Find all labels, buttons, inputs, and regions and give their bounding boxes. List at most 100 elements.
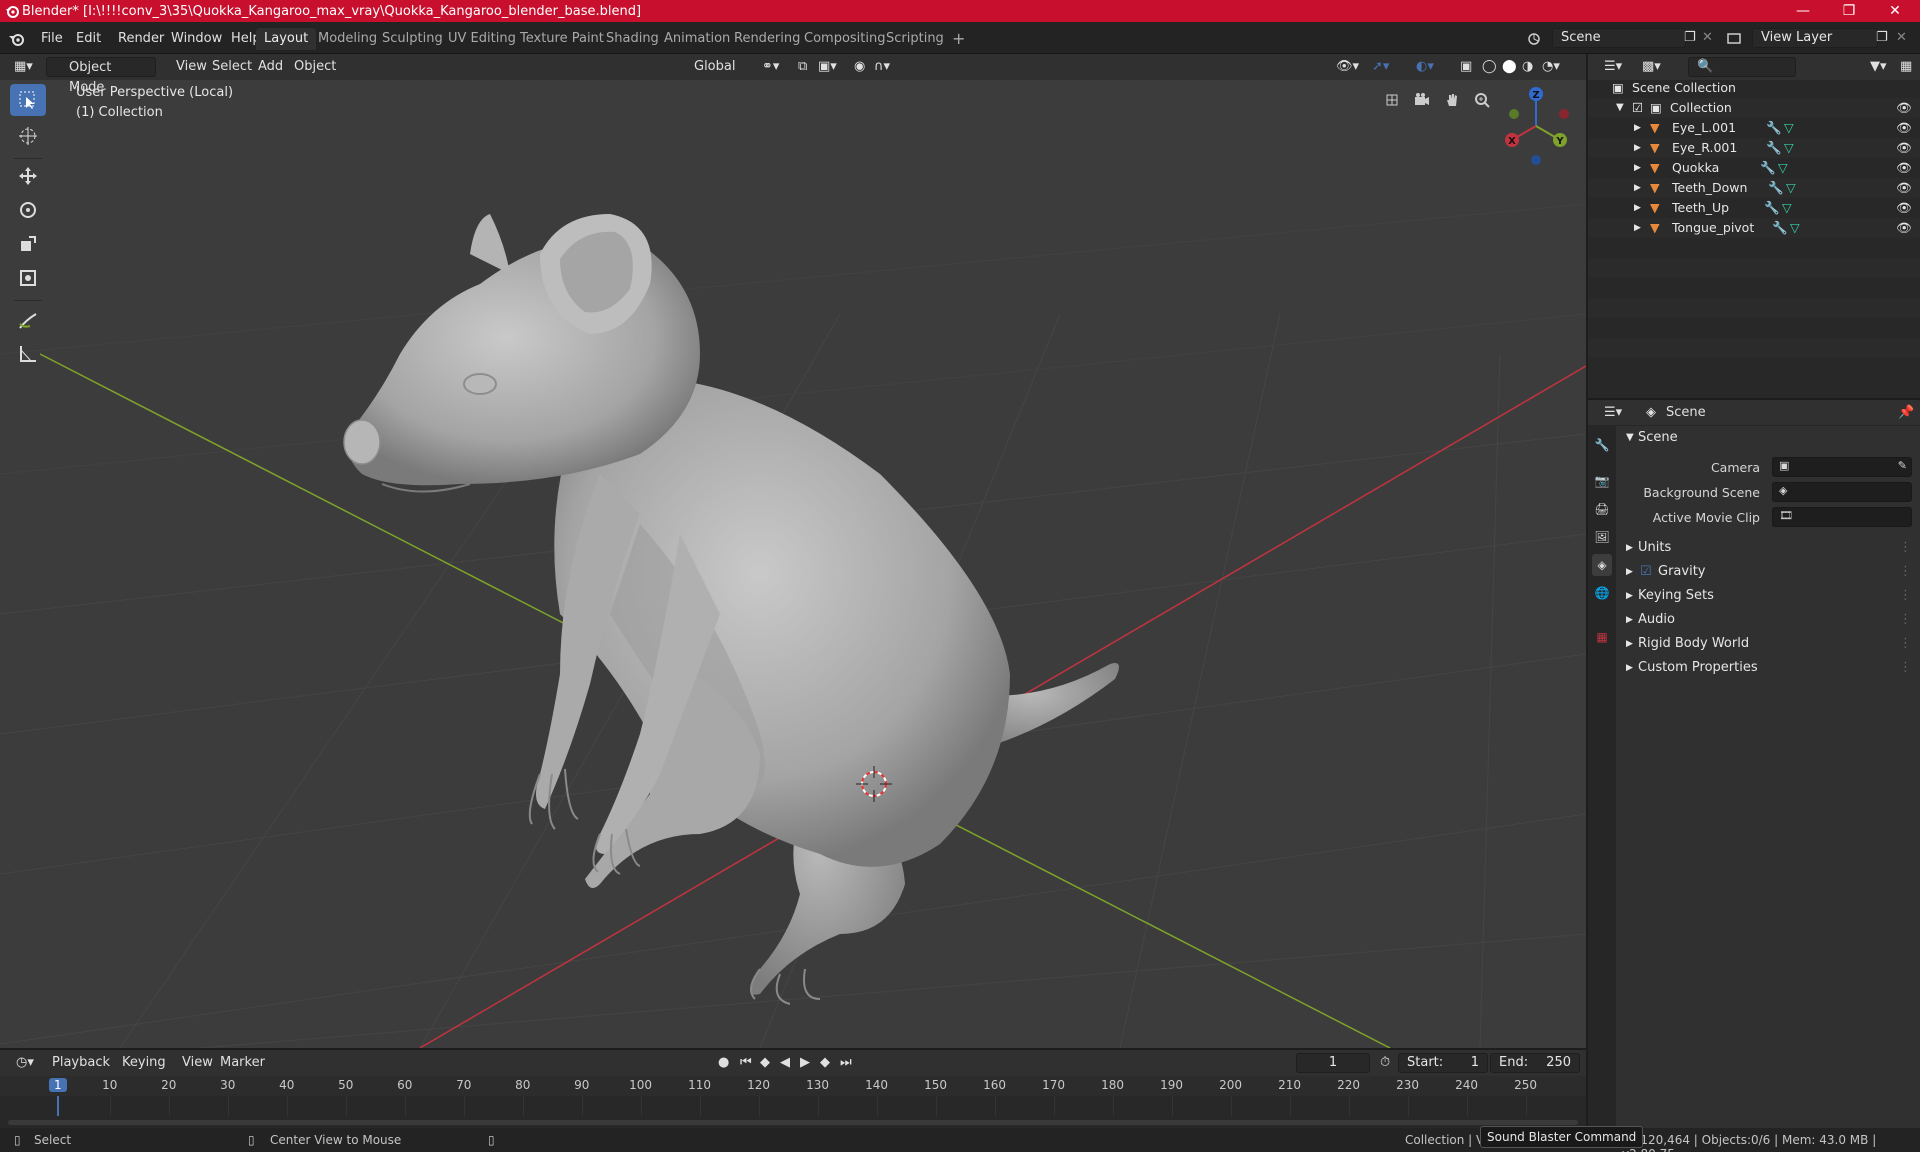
- add-workspace-icon[interactable]: +: [944, 28, 973, 50]
- view-layer-icon[interactable]: [1726, 31, 1742, 47]
- expand-arrow-icon[interactable]: ▶: [1634, 138, 1641, 158]
- outliner-display-mode-icon[interactable]: ▩▾: [1636, 57, 1667, 77]
- world-tab-icon[interactable]: 🌐: [1592, 582, 1612, 604]
- timeline-editor-type-icon[interactable]: ◷▾: [10, 1053, 40, 1073]
- menu-edit[interactable]: Edit: [69, 28, 108, 50]
- drag-handle-icon[interactable]: ⋮: [1899, 632, 1912, 656]
- navigation-gizmo[interactable]: Z X Y: [1494, 84, 1578, 168]
- tab-scripting[interactable]: Scripting: [878, 28, 952, 50]
- texture-tab-icon[interactable]: ▦: [1592, 626, 1612, 648]
- visibility-eye-icon[interactable]: 👁: [1896, 178, 1912, 198]
- subpanel-header[interactable]: ▶ Rigid Body World ⋮: [1616, 632, 1920, 656]
- mesh-data-icon[interactable]: ▽: [1790, 218, 1800, 238]
- blender-menu-icon[interactable]: [8, 30, 26, 48]
- zoom-view-icon[interactable]: [1470, 88, 1494, 112]
- properties-editor-type-icon[interactable]: ☰▾: [1598, 403, 1628, 423]
- outliner-row-object[interactable]: ▶ ▼ Eye_R.001 🔧 ▽ 👁: [1588, 138, 1920, 158]
- mesh-data-icon[interactable]: ▽: [1782, 198, 1792, 218]
- expand-arrow-icon[interactable]: ▼: [1616, 98, 1624, 118]
- timeline-menu-keying[interactable]: Keying: [116, 1053, 172, 1073]
- shading-rendered-icon[interactable]: ◔▾: [1536, 57, 1566, 77]
- drag-handle-icon[interactable]: ⋮: [1899, 608, 1912, 632]
- gizmo-toggle-icon[interactable]: ➚▾: [1366, 57, 1395, 77]
- minimize-icon[interactable]: —: [1780, 0, 1826, 22]
- timeline-menu-marker[interactable]: Marker: [214, 1053, 271, 1073]
- panel-scene-header[interactable]: ▼ Scene: [1616, 426, 1920, 450]
- start-frame-field[interactable]: Start: 1: [1398, 1053, 1488, 1073]
- camera-field[interactable]: ▣ ✎: [1772, 457, 1912, 477]
- move-tool-icon[interactable]: [10, 160, 46, 192]
- drag-handle-icon[interactable]: ⋮: [1899, 584, 1912, 608]
- tab-layout[interactable]: Layout: [256, 28, 317, 50]
- visibility-eye-icon[interactable]: 👁: [1896, 198, 1912, 218]
- camera-view-icon[interactable]: [1410, 88, 1434, 112]
- timeline-menu-playback[interactable]: Playback: [46, 1053, 116, 1073]
- outliner-filter-icon[interactable]: ▼▾: [1864, 57, 1893, 77]
- menu-file[interactable]: File: [34, 28, 70, 50]
- overlays-toggle-icon[interactable]: ◐▾: [1410, 57, 1440, 77]
- modifier-wrench-icon[interactable]: 🔧: [1766, 138, 1782, 158]
- outliner-row-object[interactable]: ▶ ▼ Quokka 🔧 ▽ 👁: [1588, 158, 1920, 178]
- viewport-menu-add[interactable]: Add: [252, 57, 289, 77]
- output-tab-icon[interactable]: 🖨: [1592, 498, 1612, 520]
- subpanel-header[interactable]: ▶ Units ⋮: [1616, 536, 1920, 560]
- maximize-icon[interactable]: ❐: [1826, 0, 1872, 22]
- viewport-menu-select[interactable]: Select: [206, 57, 258, 77]
- visibility-eye-icon[interactable]: 👁: [1896, 158, 1912, 178]
- tab-texture-paint[interactable]: Texture Paint: [512, 28, 612, 50]
- record-icon[interactable]: ●: [712, 1053, 735, 1073]
- modifier-wrench-icon[interactable]: 🔧: [1768, 178, 1784, 198]
- subpanel-header[interactable]: ▶ Custom Properties ⋮: [1616, 656, 1920, 680]
- outliner-row-collection[interactable]: ▼ ☑ ▣ Collection 👁: [1588, 98, 1920, 118]
- active-movie-clip-field[interactable]: 🎞: [1772, 507, 1912, 527]
- mode-selector[interactable]: Object Mode: [46, 57, 156, 95]
- scene-tab-icon[interactable]: ◈: [1592, 554, 1612, 576]
- xray-toggle-icon[interactable]: ▣: [1454, 57, 1478, 77]
- drag-handle-icon[interactable]: ⋮: [1899, 656, 1912, 680]
- select-box-tool-icon[interactable]: [10, 84, 46, 116]
- mesh-data-icon[interactable]: ▽: [1784, 118, 1794, 138]
- mesh-data-icon[interactable]: ▽: [1778, 158, 1788, 178]
- current-frame-field[interactable]: 1: [1296, 1053, 1370, 1073]
- end-frame-field[interactable]: End: 250: [1490, 1053, 1580, 1073]
- snap-target-icon[interactable]: ▣▾: [812, 57, 843, 77]
- visibility-eye-icon[interactable]: 👁: [1896, 118, 1912, 138]
- subpanel-header[interactable]: ▶ Audio ⋮: [1616, 608, 1920, 632]
- delete-scene-icon[interactable]: ✕: [1696, 28, 1719, 48]
- delete-view-layer-icon[interactable]: ✕: [1890, 28, 1913, 48]
- stopwatch-icon[interactable]: ⏱: [1374, 1053, 1396, 1073]
- expand-arrow-icon[interactable]: ▶: [1634, 158, 1641, 178]
- view-layer-selector[interactable]: View Layer: [1752, 28, 1878, 48]
- mesh-data-icon[interactable]: ▽: [1784, 138, 1794, 158]
- prev-keyframe-icon[interactable]: ◆: [754, 1053, 776, 1073]
- render-tab-icon[interactable]: 📷: [1592, 470, 1612, 492]
- transform-tool-icon[interactable]: [10, 262, 46, 294]
- modifier-wrench-icon[interactable]: 🔧: [1760, 158, 1776, 178]
- 3d-viewport[interactable]: User Perspective (Local) (1) Collection …: [0, 54, 1586, 1048]
- tool-settings-tab-icon[interactable]: 🔧: [1592, 434, 1612, 456]
- mesh-data-icon[interactable]: ▽: [1786, 178, 1796, 198]
- transform-orientation-selector[interactable]: Global: [672, 57, 741, 77]
- visibility-eye-icon[interactable]: 👁: [1896, 218, 1912, 238]
- visibility-eye-icon[interactable]: 👁: [1896, 98, 1912, 118]
- scene-icon[interactable]: [1526, 31, 1542, 47]
- outliner-search-input[interactable]: 🔍: [1688, 57, 1796, 77]
- toggle-view-grid-icon[interactable]: [1380, 88, 1404, 112]
- outliner-row-object[interactable]: ▶ ▼ Teeth_Down 🔧 ▽ 👁: [1588, 178, 1920, 198]
- timeline-menu-view[interactable]: View: [176, 1053, 219, 1073]
- eyedropper-icon[interactable]: ✎: [1898, 459, 1907, 472]
- new-collection-icon[interactable]: ▦: [1894, 57, 1918, 77]
- modifier-wrench-icon[interactable]: 🔧: [1764, 198, 1780, 218]
- outliner-row-scene-collection[interactable]: ▣ Scene Collection: [1588, 78, 1920, 98]
- background-scene-field[interactable]: ◈: [1772, 482, 1912, 502]
- pin-icon[interactable]: 📌: [1892, 403, 1920, 423]
- snap-icon[interactable]: ⧉: [792, 57, 813, 77]
- view-layer-tab-icon[interactable]: 🖼: [1592, 526, 1612, 548]
- gravity-checkbox[interactable]: ☑: [1640, 560, 1652, 584]
- modifier-wrench-icon[interactable]: 🔧: [1766, 118, 1782, 138]
- timeline-scrollbar[interactable]: [8, 1120, 1578, 1125]
- measure-tool-icon[interactable]: [10, 338, 46, 370]
- expand-arrow-icon[interactable]: ▶: [1634, 198, 1641, 218]
- checkbox-icon[interactable]: ☑: [1632, 98, 1643, 118]
- play-icon[interactable]: ▶: [794, 1053, 816, 1073]
